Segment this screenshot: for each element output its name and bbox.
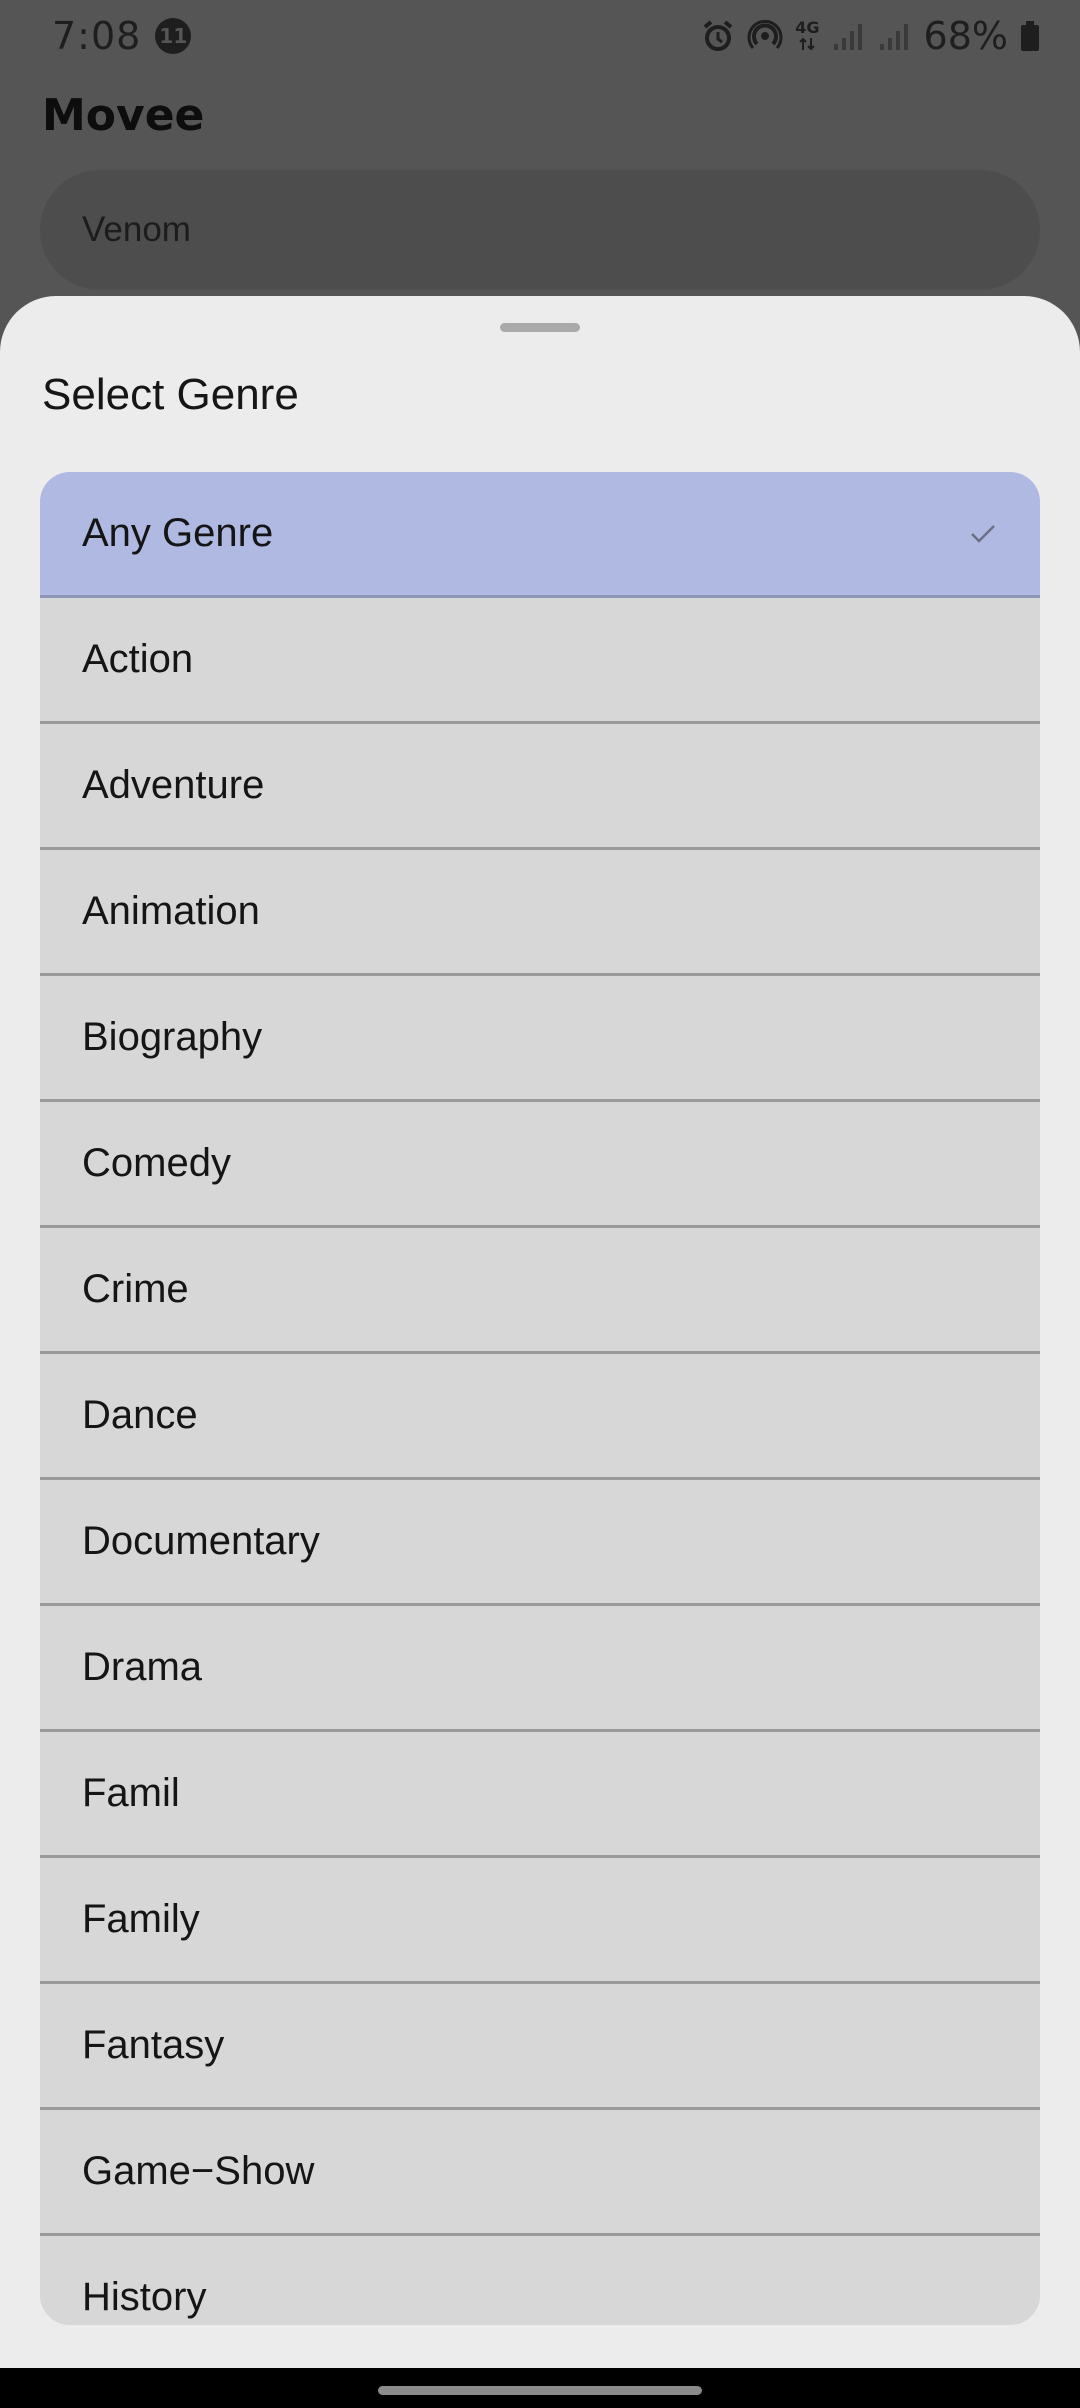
search-box[interactable] [40, 170, 1040, 290]
system-nav-bar [0, 2368, 1080, 2408]
genre-option-game-show[interactable]: Game−Show [40, 2110, 1040, 2236]
signal-icon [832, 20, 866, 52]
genre-option-adventure[interactable]: Adventure [40, 724, 1040, 850]
network-label: 4G [795, 18, 820, 37]
genre-label: Drama [82, 1645, 203, 1689]
genre-label: Any Genre [82, 511, 274, 555]
genre-list[interactable]: Any Genre Action Adventure Animation Bio… [40, 472, 1040, 2325]
status-bar: 7:08 11 4G 68% [0, 0, 1080, 72]
genre-label: Comedy [82, 1141, 231, 1185]
genre-label: Animation [82, 889, 260, 933]
notification-count-badge: 11 [155, 18, 192, 54]
genre-option-comedy[interactable]: Comedy [40, 1102, 1040, 1228]
genre-option-drama[interactable]: Drama [40, 1606, 1040, 1732]
genre-option-history[interactable]: History [40, 2236, 1040, 2325]
sheet-title: Select Genre [42, 370, 299, 419]
genre-option-crime[interactable]: Crime [40, 1228, 1040, 1354]
home-indicator[interactable] [378, 2386, 702, 2395]
genre-label: Game−Show [82, 2149, 315, 2193]
search-input[interactable] [82, 210, 1040, 250]
genre-label: Fantasy [82, 2023, 225, 2067]
genre-option-biography[interactable]: Biography [40, 976, 1040, 1102]
genre-option-fantasy[interactable]: Fantasy [40, 1984, 1040, 2110]
check-icon [968, 519, 998, 549]
status-left: 7:08 11 [52, 14, 192, 58]
genre-label: Crime [82, 1267, 189, 1311]
hotspot-icon [747, 18, 783, 54]
app-title: Movee [42, 90, 205, 141]
genre-option-dance[interactable]: Dance [40, 1354, 1040, 1480]
genre-label: History [82, 2275, 207, 2319]
signal-icon-2 [878, 20, 912, 52]
genre-label: Family [82, 1897, 200, 1941]
status-time: 7:08 [52, 14, 142, 58]
battery-icon [1020, 20, 1040, 52]
genre-label: Adventure [82, 763, 265, 807]
genre-option-famil[interactable]: Famil [40, 1732, 1040, 1858]
genre-label: Dance [82, 1393, 198, 1437]
battery-percentage: 68% [923, 14, 1008, 58]
genre-label: Famil [82, 1771, 180, 1815]
genre-option-animation[interactable]: Animation [40, 850, 1040, 976]
genre-option-family[interactable]: Family [40, 1858, 1040, 1984]
genre-option-any-genre[interactable]: Any Genre [40, 472, 1040, 598]
genre-label: Biography [82, 1015, 263, 1059]
genre-option-action[interactable]: Action [40, 598, 1040, 724]
sheet-drag-handle[interactable] [500, 323, 580, 332]
genre-bottom-sheet: Select Genre Any Genre Action Adventure … [0, 296, 1080, 2368]
alarm-icon [701, 19, 735, 53]
genre-label: Documentary [82, 1519, 320, 1563]
genre-label: Action [82, 637, 194, 681]
status-right: 4G 68% [701, 14, 1040, 58]
network-4g-icon: 4G [795, 18, 820, 52]
genre-option-documentary[interactable]: Documentary [40, 1480, 1040, 1606]
